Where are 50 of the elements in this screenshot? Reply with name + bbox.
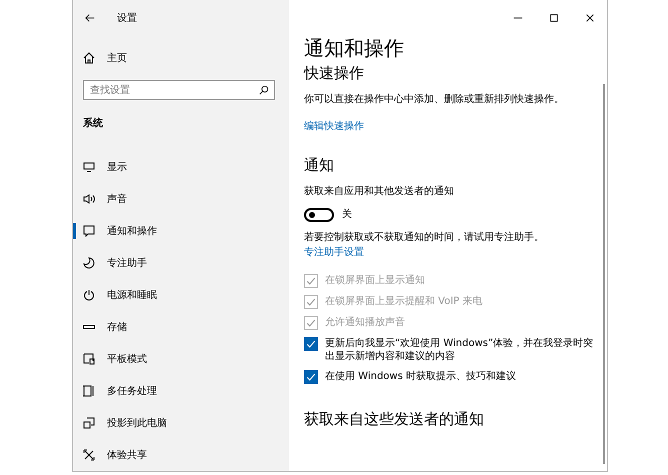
edit-quick-actions-link[interactable]: 编辑快速操作 [304, 119, 364, 134]
section-heading: 系统 [83, 116, 104, 131]
sidebar-item[interactable]: 多任务处理 [107, 384, 157, 398]
sidebar-item[interactable]: 电源和睡眠 [107, 288, 157, 302]
back-button[interactable] [85, 13, 95, 23]
description-text: 你可以直接在操作中心中添加、删除或重新排列快速操作。 [304, 92, 565, 107]
sidebar-item[interactable]: 平板模式 [107, 352, 147, 366]
checkbox-label: 在使用 Windows 时获取提示、技巧和建议 [325, 370, 516, 383]
checkbox[interactable] [304, 370, 318, 384]
close-icon [585, 13, 595, 23]
checkbox-label: 在锁屏界面上显示提醒和 VoIP 来电 [325, 295, 483, 308]
speech-bubble-icon [83, 225, 95, 237]
sidebar-item[interactable]: 投影到此电脑 [107, 416, 167, 430]
moon-icon [83, 257, 95, 269]
scrollbar[interactable] [603, 84, 605, 464]
search-icon [259, 85, 269, 95]
page-title: 通知和操作 [304, 36, 405, 60]
sidebar-item[interactable]: 体验共享 [107, 448, 147, 462]
toggle-state: 关 [342, 208, 352, 222]
section-heading: 通知 [304, 156, 335, 174]
close-button[interactable] [585, 13, 595, 23]
section-heading: 快速操作 [304, 64, 365, 82]
home-icon [83, 52, 95, 64]
window-title: 设置 [117, 12, 137, 26]
maximize-icon [549, 13, 559, 23]
speaker-icon [83, 193, 95, 205]
toggle-switch[interactable] [304, 208, 334, 222]
tablet-icon [83, 353, 95, 365]
checkbox[interactable] [304, 337, 318, 351]
hint-text: 若要控制获取或不获取通知的时间，请试用专注助手。 [304, 230, 545, 245]
sidebar-item[interactable]: 声音 [107, 192, 127, 206]
projector-screen-icon [83, 417, 95, 429]
section-heading: 获取来自这些发送者的通知 [304, 410, 485, 428]
monitor-icon [83, 161, 95, 173]
sidebar-item[interactable]: 通知和操作 [107, 224, 157, 238]
checkbox-label: 允许通知播放声音 [325, 316, 405, 329]
toggle-label: 获取来自应用和其他发送者的通知 [304, 184, 455, 199]
search-field[interactable]: 查找设置 [83, 80, 275, 100]
sidebar-item[interactable]: 显示 [107, 160, 127, 174]
checkbox-label: 更新后向我显示“欢迎使用 Windows”体验，并在我登录时突出显示新增内容和建议的内容 [325, 337, 594, 363]
maximize-button[interactable] [549, 13, 559, 23]
focus-assist-settings-link[interactable]: 专注助手设置 [304, 245, 364, 260]
sidebar-item[interactable]: 专注助手 [107, 256, 147, 270]
share-arrows-icon [83, 449, 95, 461]
sidebar-item[interactable]: 存储 [107, 320, 127, 334]
back-arrow-icon [85, 13, 95, 23]
home-link[interactable]: 主页 [107, 50, 127, 66]
power-icon [83, 289, 95, 301]
checkbox-label: 在锁屏界面上显示通知 [325, 274, 425, 287]
multitask-icon [83, 385, 95, 397]
